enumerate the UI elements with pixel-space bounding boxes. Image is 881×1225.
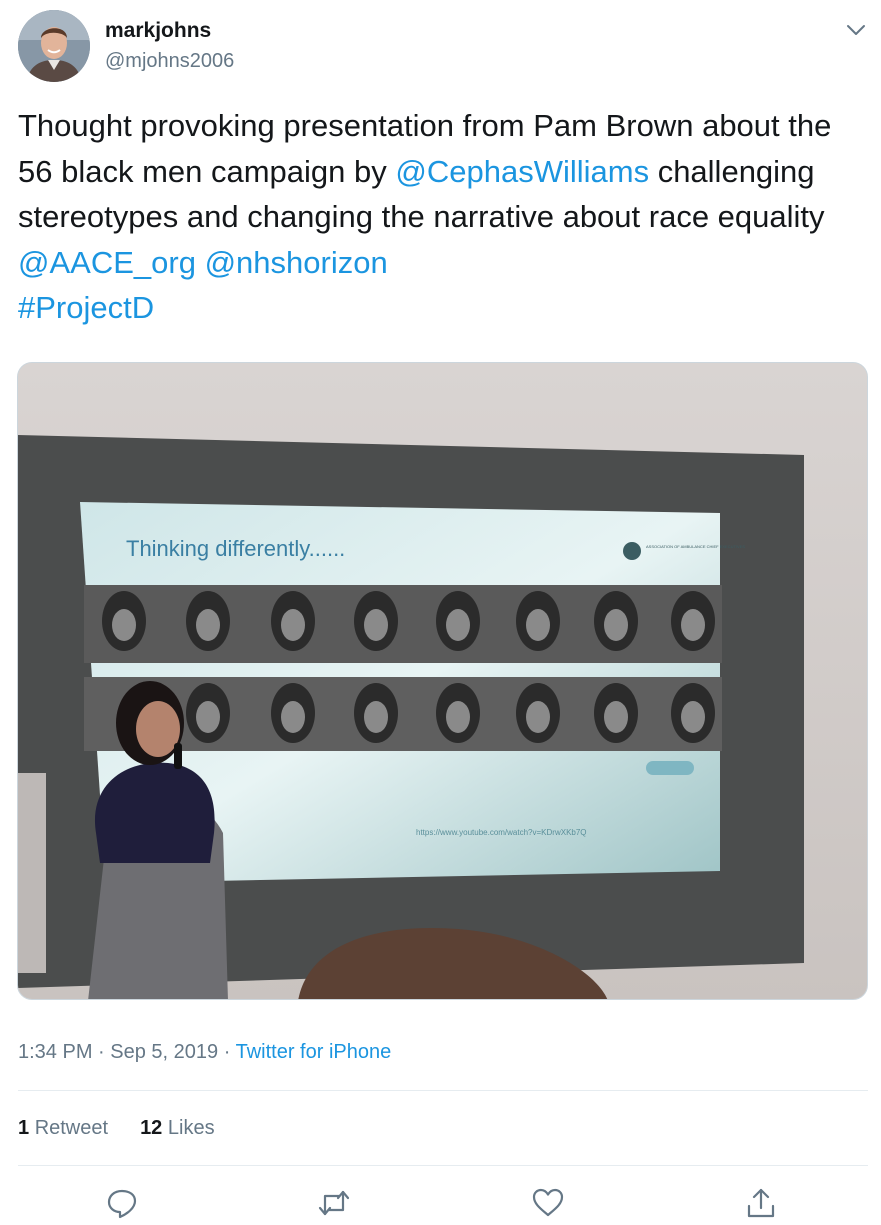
- retweets-stat[interactable]: 1 Retweet: [18, 1117, 108, 1140]
- heart-icon[interactable]: [531, 1186, 565, 1220]
- display-name[interactable]: markjohns: [105, 19, 211, 43]
- reply-icon[interactable]: [105, 1186, 139, 1220]
- likes-count: 12: [140, 1117, 163, 1139]
- tweet-date[interactable]: Sep 5, 2019: [110, 1041, 218, 1063]
- avatar-image: [18, 10, 90, 82]
- slide-logo-text: ASSOCIATION OF AMBULANCE CHIEF EXECUTIVE…: [646, 544, 745, 549]
- tweet-meta: 1:34 PM · Sep 5, 2019 · Twitter for iPho…: [18, 1041, 391, 1064]
- slide-title: Thinking differently......: [126, 536, 345, 561]
- retweet-icon[interactable]: [317, 1186, 351, 1220]
- meta-separator-2: ·: [223, 1041, 231, 1063]
- slide-url: https://www.youtube.com/watch?v=KDrwXKb7…: [416, 828, 587, 837]
- likes-label: Likes: [167, 1117, 215, 1139]
- avatar[interactable]: [18, 10, 90, 82]
- retweets-label: Retweet: [34, 1117, 109, 1139]
- tweet-photo[interactable]: Thinking differently...... ASSOCIATION O…: [17, 362, 868, 1000]
- tweet-stats: 1 Retweet 12 Likes: [18, 1117, 215, 1140]
- meta-separator: ·: [98, 1041, 105, 1063]
- tweet-time[interactable]: 1:34 PM: [18, 1041, 92, 1063]
- tweet-source[interactable]: Twitter for iPhone: [236, 1041, 392, 1063]
- chevron-down-icon[interactable]: [844, 18, 868, 42]
- tweet-header: markjohns @mjohns2006: [18, 10, 868, 84]
- mention-aace-org[interactable]: @AACE_org: [18, 245, 196, 280]
- share-icon[interactable]: [744, 1186, 778, 1220]
- mention-cephaswilliams[interactable]: @CephasWilliams: [395, 154, 649, 189]
- tweet-text: Thought provoking presentation from Pam …: [18, 103, 868, 331]
- retweets-count: 1: [18, 1117, 30, 1139]
- user-handle[interactable]: @mjohns2006: [105, 50, 234, 73]
- mention-nhshorizon[interactable]: @nhshorizon: [205, 245, 388, 280]
- divider: [18, 1165, 868, 1166]
- tweet-actions: [0, 1186, 881, 1220]
- hashtag-projectd[interactable]: #ProjectD: [18, 290, 154, 325]
- likes-stat[interactable]: 12 Likes: [140, 1117, 215, 1140]
- divider: [18, 1090, 868, 1091]
